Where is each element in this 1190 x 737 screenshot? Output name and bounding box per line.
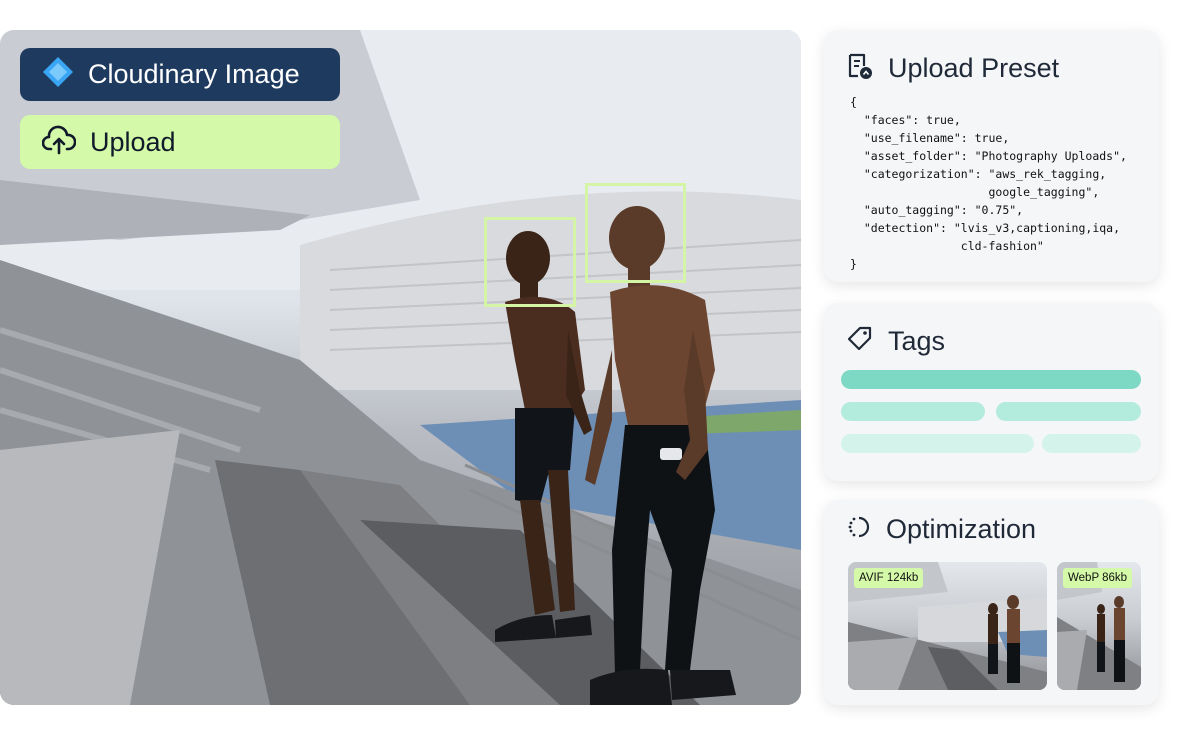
cloud-upload-icon	[41, 125, 77, 160]
tag-placeholder-bar	[841, 434, 1034, 453]
document-settings-icon	[846, 52, 874, 85]
upload-preset-card: Upload Preset { "faces": true, "use_file…	[824, 30, 1159, 282]
cloudinary-image-chip: Cloudinary Image	[20, 48, 340, 101]
avif-thumbnail[interactable]: AVIF 124kb	[848, 562, 1047, 690]
avif-size-badge: AVIF 124kb	[854, 568, 924, 588]
webp-size-badge: WebP 86kb	[1063, 568, 1133, 588]
upload-preset-json: { "faces": true, "use_filename": true, "…	[850, 95, 1127, 271]
tags-header: Tags	[846, 325, 945, 358]
optimization-dots-icon	[846, 514, 872, 545]
tag-icon	[846, 325, 874, 358]
tag-placeholder-bar	[1042, 434, 1141, 453]
optimization-title: Optimization	[886, 514, 1037, 544]
tags-title: Tags	[888, 326, 946, 356]
webp-thumbnail[interactable]: WebP 86kb	[1057, 562, 1141, 690]
tag-placeholder-bar	[841, 370, 1141, 389]
upload-preset-title: Upload Preset	[888, 53, 1060, 83]
tag-placeholder-bar	[841, 402, 985, 421]
cloudinary-image-label: Cloudinary Image	[88, 59, 300, 89]
upload-preset-header: Upload Preset	[846, 52, 1059, 85]
tags-card: Tags	[824, 303, 1159, 481]
optimization-header: Optimization	[846, 514, 1036, 545]
upload-button[interactable]: Upload	[20, 115, 340, 169]
upload-label: Upload	[90, 126, 176, 157]
tag-placeholder-bar	[996, 402, 1141, 421]
face-detection-box-left	[484, 217, 576, 307]
face-detection-box-right	[585, 183, 686, 283]
cloudinary-diamond-icon	[42, 56, 74, 93]
optimization-card: Optimization AVIF 124kb WebP 86kb	[824, 500, 1159, 705]
